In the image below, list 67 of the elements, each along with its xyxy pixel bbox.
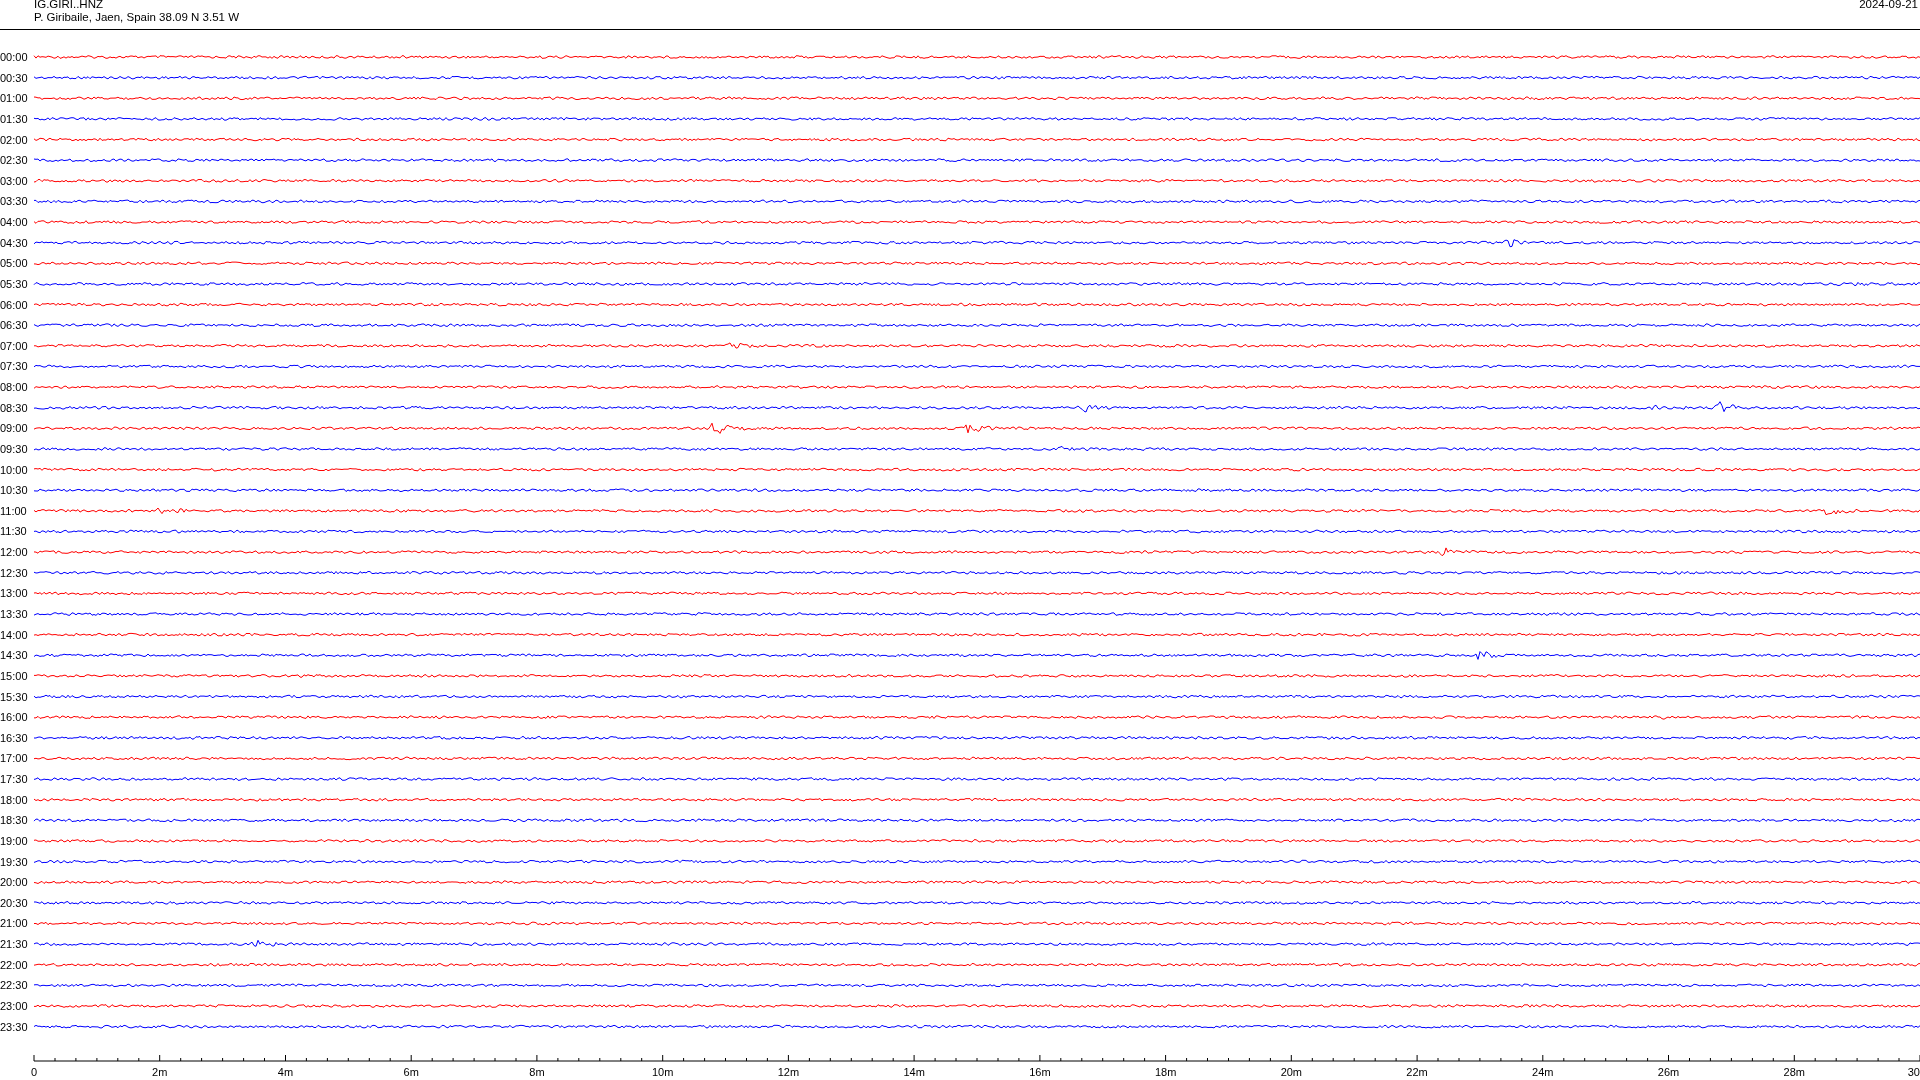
time-label: 14:30	[0, 649, 28, 662]
time-label: 01:00	[0, 92, 28, 105]
time-label: 01:30	[0, 112, 28, 125]
time-label: 15:30	[0, 690, 28, 703]
time-label: 08:00	[0, 381, 28, 394]
time-label: 03:00	[0, 174, 28, 187]
time-label: 11:00	[0, 504, 27, 517]
station-code: IG.GIRI..HNZ	[34, 0, 104, 11]
axis-label: 20m	[1280, 1066, 1303, 1078]
time-label: 02:00	[0, 133, 28, 146]
time-label: 03:30	[0, 195, 28, 208]
time-label: 09:30	[0, 442, 28, 455]
time-label: 13:30	[0, 608, 28, 620]
axis-label: 12m	[777, 1066, 800, 1078]
time-label: 05:00	[0, 257, 28, 270]
time-label: 06:00	[0, 298, 28, 311]
time-label: 02:30	[0, 154, 28, 167]
axis-label: 0	[30, 1066, 38, 1078]
axis-label: 24m	[1532, 1066, 1554, 1078]
time-label: 14:00	[0, 628, 28, 641]
axis-label: 8m	[529, 1066, 545, 1078]
time-label: 22:30	[0, 979, 28, 992]
axis-label: 26m	[1657, 1066, 1680, 1078]
time-label: 13:00	[0, 587, 28, 600]
time-label: 10:30	[0, 484, 28, 497]
time-label: 18:30	[0, 814, 28, 827]
time-label: 17:30	[0, 773, 28, 786]
time-label: 00:30	[0, 71, 28, 84]
time-label: 08:30	[0, 401, 28, 414]
time-label: 04:30	[0, 236, 28, 249]
time-label: 06:30	[0, 319, 28, 332]
axis-label: 6m	[403, 1066, 419, 1078]
time-label: 19:00	[0, 834, 28, 847]
time-label: 04:00	[0, 216, 28, 229]
axis-label: 22m	[1406, 1066, 1428, 1078]
time-label: 11:30	[0, 525, 27, 538]
time-label: 10:00	[0, 463, 28, 476]
time-label: 07:00	[0, 339, 28, 352]
time-label: 23:00	[0, 1000, 28, 1012]
station-location: P. Giribaile, Jaen, Spain 38.09 N 3.51 W	[34, 11, 239, 24]
time-label: 19:30	[0, 855, 28, 868]
axis-label: 18m	[1154, 1066, 1177, 1078]
time-label: 20:30	[0, 896, 28, 909]
time-label: 17:00	[0, 752, 28, 765]
time-label: 18:00	[0, 793, 28, 806]
date-label: 2024-09-21	[1859, 0, 1919, 11]
axis-label: 30	[1907, 1066, 1920, 1078]
axis-label: 2m	[152, 1066, 168, 1078]
time-label: 22:00	[0, 958, 28, 971]
time-label: 12:30	[0, 566, 28, 579]
time-label: 12:00	[0, 546, 28, 559]
axis-label: 16m	[1029, 1066, 1051, 1078]
time-label: 20:00	[0, 876, 28, 889]
time-label: 21:00	[0, 917, 28, 930]
time-label: 00:00	[0, 51, 28, 63]
time-label: 21:30	[0, 938, 28, 951]
time-label: 07:30	[0, 360, 28, 373]
time-label: 23:30	[0, 1020, 28, 1033]
axis-label: 4m	[277, 1066, 294, 1078]
time-label: 05:30	[0, 277, 28, 290]
time-label: 16:00	[0, 711, 28, 724]
axis-label: 10m	[651, 1066, 674, 1078]
time-label: 16:30	[0, 731, 28, 744]
axis-label: 28m	[1783, 1066, 1805, 1078]
time-label: 15:00	[0, 669, 28, 682]
axis-label: 14m	[903, 1066, 925, 1078]
time-label: 09:00	[0, 422, 28, 435]
